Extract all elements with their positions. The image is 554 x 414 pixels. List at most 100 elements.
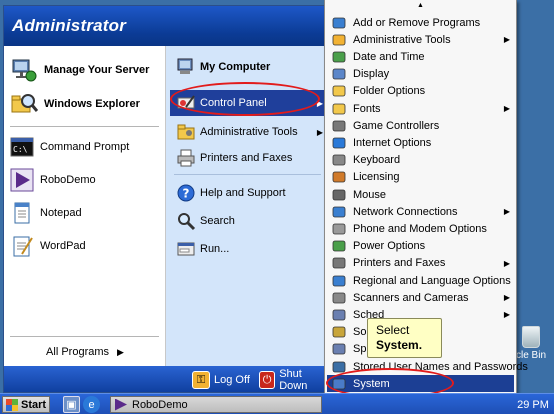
search-item[interactable]: Search [170, 209, 325, 233]
cp-item-folder-options[interactable]: Folder Options [327, 83, 514, 100]
cp-item-label: Licensing [353, 171, 400, 184]
cp-item-label: Phone and Modem Options [353, 222, 487, 235]
search-icon [178, 213, 196, 231]
power-icon: ⏻ [259, 371, 276, 389]
cp-item-network-connections[interactable]: Network Connections ▶ [327, 203, 514, 220]
control-panel-item[interactable]: Control Panel ▶ [170, 90, 325, 116]
chevron-right-icon: ▶ [117, 346, 124, 357]
scroll-up-arrow-icon[interactable]: ▲ [325, 0, 516, 12]
magnifier-folder-icon [11, 94, 38, 113]
cp-item-keyboard[interactable]: Keyboard [327, 152, 514, 169]
cp-item-label: Scanners and Cameras [353, 291, 469, 304]
windows-explorer-label: Windows Explorer [44, 98, 140, 110]
my-computer-item[interactable]: My Computer [170, 52, 325, 82]
internet-options-icon [331, 135, 347, 151]
cp-item-date-and-time[interactable]: Date and Time [327, 48, 514, 65]
chevron-right-icon: ▶ [503, 104, 510, 113]
help-and-support-item[interactable]: ? Help and Support [170, 181, 325, 205]
start-menu-footer: ⚿ Log Off ⏻ Shut Down [4, 366, 327, 392]
chevron-right-icon: ▶ [503, 35, 510, 45]
cp-item-label: Internet Options [353, 136, 432, 149]
cp-item-printers-and-faxes[interactable]: Printers and Faxes ▶ [327, 255, 514, 272]
wordpad-label: WordPad [40, 240, 86, 252]
help-icon: ? [177, 184, 195, 202]
notepad-item[interactable]: Notepad [4, 198, 165, 228]
game-controllers-icon [331, 118, 347, 134]
run-icon [177, 242, 195, 256]
admin-tools-icon [177, 124, 195, 140]
cp-item-internet-options[interactable]: Internet Options [327, 134, 514, 151]
control-panel-label: Control Panel [200, 97, 267, 109]
administrative-tools-label: Administrative Tools [200, 126, 298, 138]
command-prompt-item[interactable]: C:\ Command Prompt [4, 132, 165, 162]
shut-down-button[interactable]: ⏻ Shut Down [259, 368, 327, 392]
spe-icon [331, 341, 347, 357]
cp-item-label: Display [353, 68, 390, 81]
all-programs-button[interactable]: All Programs ▶ [4, 342, 166, 362]
chevron-right-icon: ▶ [503, 207, 510, 217]
cp-item-display[interactable]: Display [327, 66, 514, 83]
cp-item-label: System [353, 377, 390, 390]
right-separator [174, 174, 321, 175]
printer-icon [177, 149, 195, 167]
windows-explorer-item[interactable]: Windows Explorer [4, 88, 165, 120]
printers-and-faxes-item[interactable]: Printers and Faxes [170, 146, 325, 170]
start-button[interactable]: Start [2, 396, 50, 413]
cp-item-label: Printers and Faxes [353, 257, 446, 270]
fonts-icon [331, 101, 347, 117]
start-menu-left-column: Manage Your Server Windows Explorer C:\ … [4, 46, 166, 366]
log-off-button[interactable]: ⚿ Log Off [192, 370, 250, 390]
cp-item-add-or-remove-programs[interactable]: Add or Remove Programs [327, 14, 514, 31]
cp-item-power-options[interactable]: Power Options [327, 238, 514, 255]
help-and-support-label: Help and Support [200, 187, 286, 199]
administrative-tools-item[interactable]: Administrative Tools ▶ [170, 120, 325, 144]
control-panel-icon [177, 95, 195, 109]
regional-and-language-options-icon [331, 273, 347, 289]
keyboard-icon [331, 152, 347, 168]
mouse-icon [331, 187, 347, 203]
cp-item-label: Network Connections [353, 205, 458, 218]
cp-item-phone-and-modem-options[interactable]: Phone and Modem Options [327, 220, 514, 237]
show-desktop-icon[interactable]: ▣ [63, 396, 80, 413]
network-connections-icon [331, 204, 347, 220]
printers-and-faxes-icon [331, 255, 347, 271]
recycle-bin-label: cle Bin [515, 350, 546, 361]
manage-your-server-item[interactable]: Manage Your Server [4, 54, 165, 86]
cp-item-scanners-and-cameras[interactable]: Scanners and Cameras ▶ [327, 289, 514, 306]
user-name: Administrator [12, 16, 127, 35]
taskbar-robodemo-button[interactable]: RoboDemo [110, 396, 322, 413]
cp-item-label: Power Options [353, 240, 426, 253]
cp-item-stored-user-names-and-passwords[interactable]: Stored User Names and Passwords [327, 358, 528, 375]
cp-item-label: Administrative Tools [353, 33, 451, 46]
cp-item-label: Regional and Language Options [353, 274, 511, 287]
licensing-icon [331, 169, 347, 185]
date-and-time-icon [331, 49, 347, 65]
my-computer-label: My Computer [200, 61, 271, 73]
cp-item-label: Mouse [353, 188, 387, 201]
wordpad-icon [13, 236, 33, 257]
cp-item-system[interactable]: System [327, 375, 514, 393]
svg-text:C:\: C:\ [13, 145, 28, 154]
robodemo-icon [10, 168, 34, 192]
internet-explorer-icon[interactable]: e [83, 396, 100, 413]
my-computer-icon [177, 58, 193, 74]
cp-item-fonts[interactable]: Fonts ▶ [327, 100, 514, 117]
run-item[interactable]: Run... [170, 237, 325, 261]
cp-item-game-controllers[interactable]: Game Controllers [327, 117, 514, 134]
cp-item-licensing[interactable]: Licensing [327, 169, 514, 186]
cp-item-label: Folder Options [353, 85, 426, 98]
manage-server-icon [12, 59, 37, 82]
command-prompt-label: Command Prompt [40, 141, 130, 153]
cp-item-label: Fonts [353, 102, 381, 115]
tooltip-line-1: Select [376, 323, 410, 337]
cp-item-mouse[interactable]: Mouse [327, 186, 514, 203]
left-separator [10, 126, 159, 127]
cp-item-regional-and-language-options[interactable]: Regional and Language Options [327, 272, 514, 289]
chevron-right-icon: ▶ [316, 127, 323, 137]
tooltip-line-2: System. [376, 338, 423, 352]
cp-item-administrative-tools[interactable]: Administrative Tools ▶ [327, 31, 514, 48]
search-label: Search [200, 215, 235, 227]
robodemo-item[interactable]: RoboDemo [4, 165, 165, 195]
wordpad-item[interactable]: WordPad [4, 231, 165, 261]
chevron-right-icon: ▶ [503, 293, 510, 303]
